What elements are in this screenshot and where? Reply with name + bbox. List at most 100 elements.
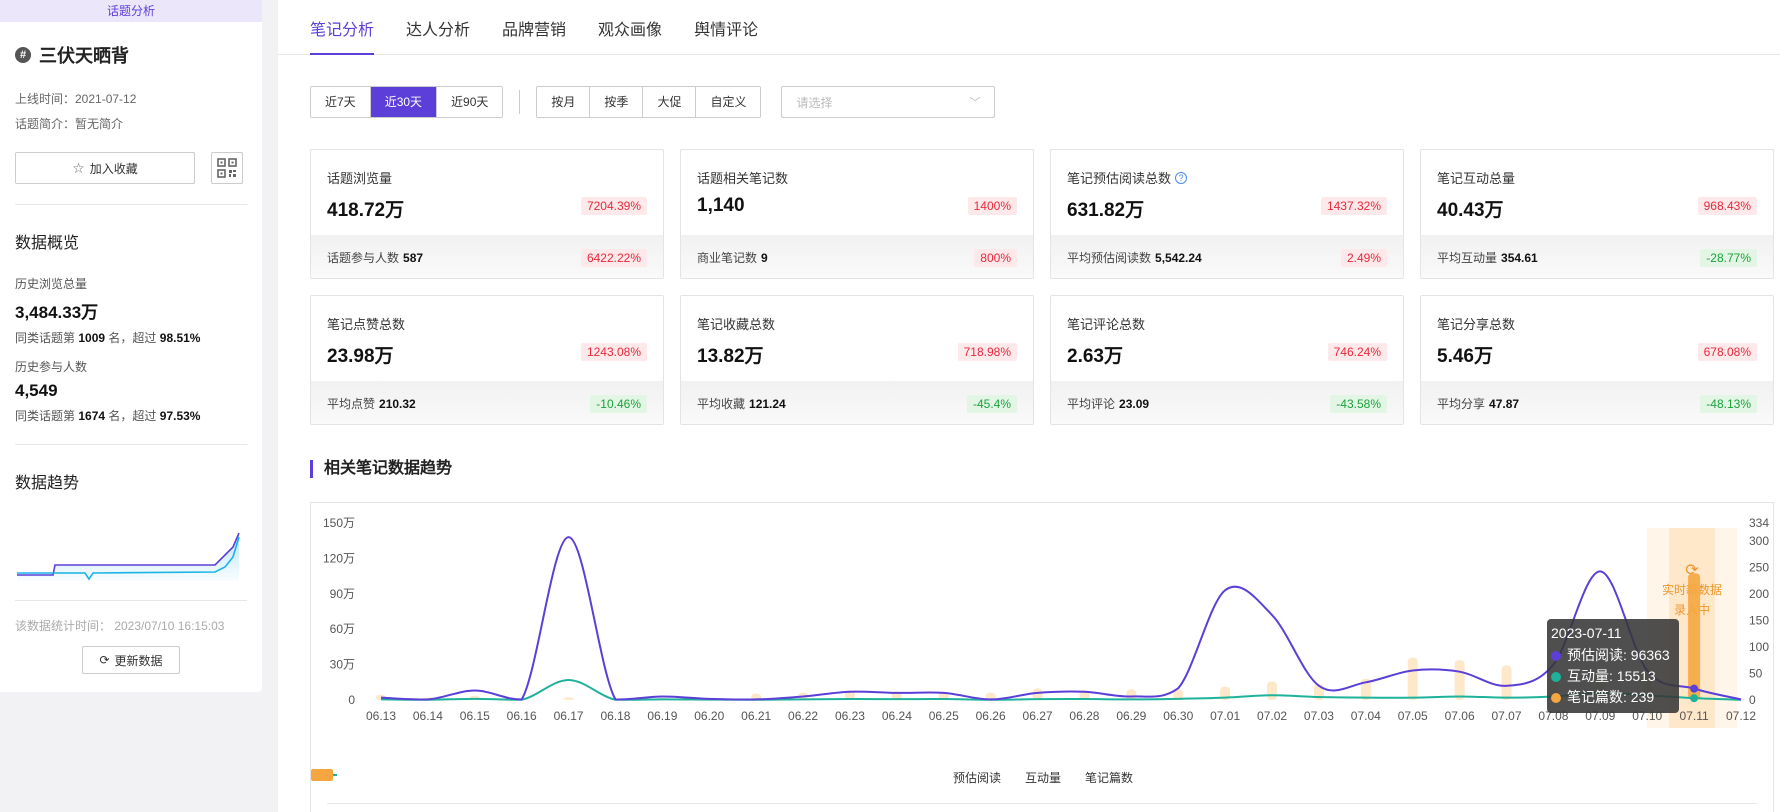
metric-label: 笔记分享总数 bbox=[1437, 317, 1516, 332]
filter-bar: 近7天 近30天 近90天 按月 按季 大促 自定义 请选择 ﹀ bbox=[310, 86, 996, 118]
y-left-tick-label: 60万 bbox=[330, 622, 355, 636]
sub-metric-change-badge: -10.46% bbox=[590, 394, 647, 413]
notes-bar bbox=[563, 697, 574, 700]
divider bbox=[15, 444, 247, 445]
metric-label: 笔记互动总量 bbox=[1437, 171, 1516, 186]
metric-change-badge: 1243.08% bbox=[580, 343, 647, 361]
x-tick-label: 06.25 bbox=[929, 709, 959, 723]
history-views-value: 3,484.33万 bbox=[15, 303, 99, 322]
x-tick-label: 06.16 bbox=[507, 709, 537, 723]
star-icon: ☆ bbox=[72, 159, 85, 176]
metric-cards: 话题浏览量 418.72万 7204.39% 话题参与人数 587 6422.22… bbox=[310, 149, 1774, 425]
x-tick-label: 06.20 bbox=[694, 709, 724, 723]
legend-item-interact[interactable]: 互动量 bbox=[311, 769, 1061, 786]
qr-code-icon bbox=[217, 158, 237, 178]
metric-change-badge: 1437.32% bbox=[1320, 197, 1387, 215]
tooltip-read: 预估阅读: 96363 bbox=[1567, 647, 1670, 663]
sidebar: 话题分析 # 三伏天晒背 上线时间：2021-07-12 话题简介：暂无简介 ☆… bbox=[0, 0, 262, 692]
tab-bar: 笔记分析 达人分析 品牌营销 观众画像 舆情评论 bbox=[278, 0, 1780, 55]
interact-point bbox=[1690, 694, 1699, 703]
interact-dot-icon bbox=[1551, 671, 1561, 682]
metric-card: 笔记预估阅读总数 ? 631.82万 1437.32% 平均预估阅读数 5,542… bbox=[1050, 149, 1404, 279]
sub-metric: 平均点赞 210.32 bbox=[327, 397, 416, 411]
add-favorite-button[interactable]: ☆ 加入收藏 bbox=[15, 152, 195, 184]
range-7d-button[interactable]: 近7天 bbox=[311, 87, 371, 117]
tab-brand-marketing[interactable]: 品牌营销 bbox=[502, 16, 566, 54]
y-right-tick-label: 300 bbox=[1749, 534, 1769, 548]
tab-audience-profile[interactable]: 观众画像 bbox=[598, 16, 662, 54]
x-tick-label: 06.19 bbox=[647, 709, 677, 723]
filter-select[interactable]: 请选择 ﹀ bbox=[781, 86, 996, 118]
trend-title: 数据趋势 bbox=[15, 475, 80, 492]
range-30d-button[interactable]: 近30天 bbox=[370, 87, 438, 117]
tab-notes-analysis[interactable]: 笔记分析 bbox=[310, 16, 375, 55]
x-tick-label: 06.21 bbox=[741, 709, 771, 723]
sub-metric: 平均分享 47.87 bbox=[1437, 397, 1520, 411]
add-favorite-label: 加入收藏 bbox=[89, 161, 138, 176]
y-right-tick-label: 150 bbox=[1749, 614, 1769, 628]
sub-metric-change-badge: 2.49% bbox=[1340, 248, 1387, 267]
stat-time: 该数据统计时间： 2023/07/10 16:15:03 bbox=[15, 619, 225, 633]
hashtag-icon: # bbox=[15, 47, 31, 63]
by-month-button[interactable]: 按月 bbox=[537, 87, 591, 117]
metric-card: 笔记点赞总数 23.98万 1243.08% 平均点赞 210.32 -10.46… bbox=[310, 295, 664, 425]
metric-label: 话题浏览量 bbox=[327, 171, 393, 186]
refresh-data-button[interactable]: ⟳ 更新数据 bbox=[82, 646, 180, 674]
metric-label: 笔记收藏总数 bbox=[697, 317, 776, 332]
x-tick-label: 06.15 bbox=[460, 709, 490, 723]
x-tick-label: 06.18 bbox=[600, 709, 630, 723]
read-series-line bbox=[380, 536, 1742, 701]
tooltip-notes: 笔记篇数: 239 bbox=[1567, 689, 1655, 705]
x-tick-label: 06.24 bbox=[882, 709, 912, 723]
notes-dot-icon bbox=[1551, 692, 1561, 703]
tab-kol-analysis[interactable]: 达人分析 bbox=[406, 16, 470, 54]
range-90d-button[interactable]: 近90天 bbox=[437, 87, 503, 117]
metric-change-badge: 718.98% bbox=[957, 343, 1017, 361]
by-quarter-button[interactable]: 按季 bbox=[590, 87, 644, 117]
topic-intro: 话题简介：暂无简介 bbox=[15, 117, 124, 131]
metric-card: 笔记评论总数 2.63万 746.24% 平均评论 23.09 -43.58% bbox=[1050, 295, 1404, 425]
metric-label: 话题相关笔记数 bbox=[697, 171, 789, 186]
metric-change-badge: 7204.39% bbox=[580, 197, 647, 215]
metric-change-badge: 746.24% bbox=[1327, 343, 1387, 361]
divider bbox=[327, 803, 1757, 804]
notes-bar bbox=[1688, 573, 1701, 700]
chevron-down-icon: ﹀ bbox=[969, 97, 981, 109]
sub-metric: 平均互动量 354.61 bbox=[1437, 251, 1538, 265]
sub-metric-change-badge: 6422.22% bbox=[580, 248, 647, 267]
chart-tooltip: 2023-07-11 预估阅读: 96363 互动量: 15513 笔记篇数: … bbox=[1547, 619, 1679, 713]
period-selector: 按月 按季 大促 自定义 bbox=[536, 86, 762, 118]
y-right-tick-label: 100 bbox=[1749, 640, 1769, 654]
tooltip-interact: 互动量: 15513 bbox=[1567, 668, 1656, 684]
custom-button[interactable]: 自定义 bbox=[696, 87, 761, 117]
y-left-tick-label: 30万 bbox=[330, 658, 355, 672]
x-tick-label: 06.23 bbox=[835, 709, 865, 723]
sub-metric: 平均收藏 121.24 bbox=[697, 397, 786, 411]
read-dot-icon bbox=[1551, 650, 1561, 661]
notes-bar bbox=[1407, 657, 1418, 700]
qr-code-button[interactable] bbox=[211, 152, 243, 184]
x-tick-label: 07.12 bbox=[1726, 709, 1756, 723]
trend-chart: ⟳ 实时新数据录入中 150万120万90万60万30万033430025020… bbox=[310, 502, 1774, 812]
metric-change-badge: 678.08% bbox=[1697, 343, 1757, 361]
x-tick-label: 06.28 bbox=[1069, 709, 1099, 723]
x-tick-label: 06.30 bbox=[1163, 709, 1193, 723]
promotion-button[interactable]: 大促 bbox=[643, 87, 697, 117]
help-icon[interactable]: ? bbox=[1175, 171, 1188, 184]
legend-item-read[interactable]: 预估阅读 bbox=[311, 769, 1001, 786]
x-tick-label: 07.04 bbox=[1351, 709, 1381, 723]
refresh-icon: ⟳ bbox=[99, 653, 110, 667]
tab-sentiment-comments[interactable]: 舆情评论 bbox=[694, 16, 758, 54]
overview-title: 数据概览 bbox=[15, 235, 80, 252]
online-time: 上线时间：2021-07-12 bbox=[15, 92, 137, 106]
legend-item-notes[interactable]: 笔记篇数 bbox=[311, 769, 1133, 786]
x-tick-label: 07.07 bbox=[1492, 709, 1522, 723]
metric-label: 笔记评论总数 bbox=[1067, 317, 1146, 332]
metric-change-badge: 1400% bbox=[967, 197, 1017, 215]
history-users-value: 4,549 bbox=[15, 381, 58, 400]
notes-bar bbox=[1501, 665, 1512, 700]
metric-label: 笔记点赞总数 bbox=[327, 317, 406, 332]
y-right-tick-label: 250 bbox=[1749, 561, 1769, 575]
range-selector: 近7天 近30天 近90天 bbox=[310, 86, 504, 118]
x-tick-label: 07.02 bbox=[1257, 709, 1287, 723]
